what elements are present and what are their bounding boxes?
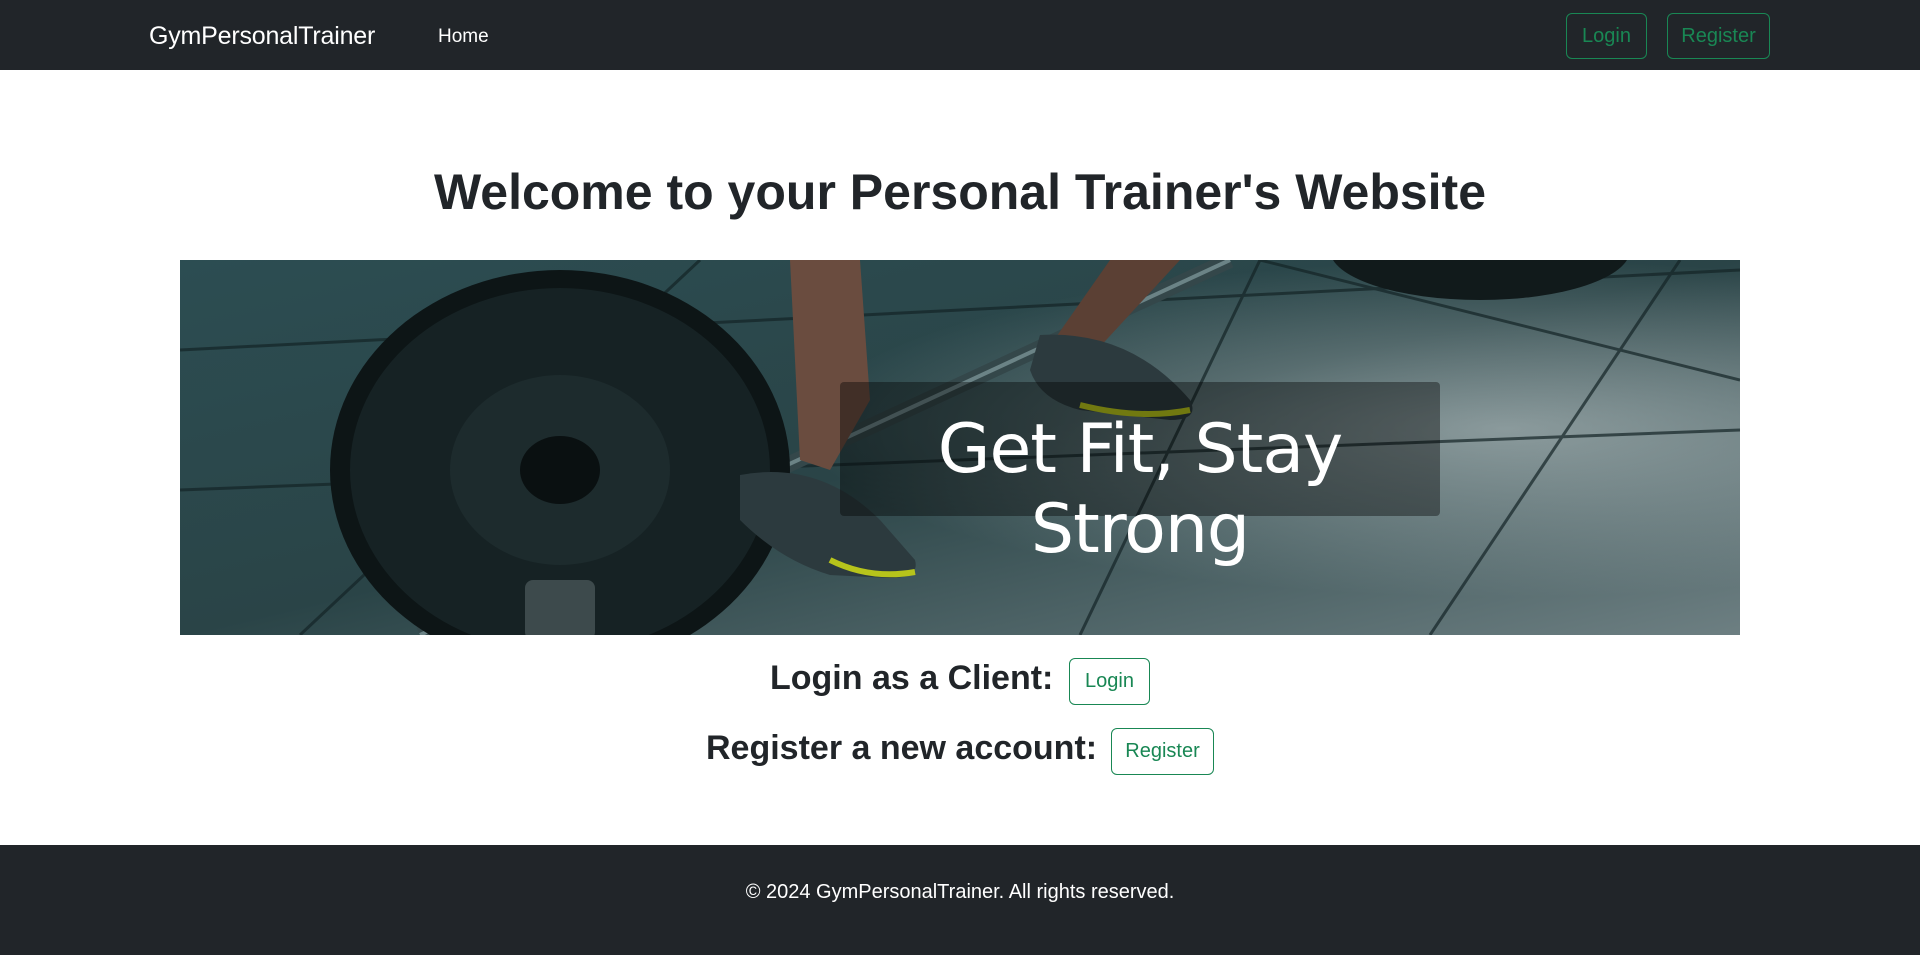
- register-account-label: Register a new account:: [706, 729, 1098, 767]
- top-navbar: GymPersonalTrainer Home Login Register: [0, 0, 1920, 70]
- nav-home-link[interactable]: Home: [438, 24, 489, 49]
- page-title: Welcome to your Personal Trainer's Websi…: [433, 164, 1487, 220]
- nav-login-button[interactable]: Login: [1566, 13, 1647, 59]
- footer-copyright: © 2024 GymPersonalTrainer. All rights re…: [745, 881, 1175, 903]
- nav-register-button[interactable]: Register: [1667, 13, 1770, 59]
- brand-link[interactable]: GymPersonalTrainer: [149, 19, 375, 53]
- client-login-button[interactable]: Login: [1069, 658, 1150, 705]
- client-login-label: Login as a Client:: [770, 659, 1054, 697]
- hero-banner: Get Fit, Stay Strong: [180, 260, 1740, 635]
- hero-caption-box: Get Fit, Stay Strong: [840, 382, 1440, 569]
- register-account-button[interactable]: Register: [1111, 728, 1214, 775]
- hero-caption-text: Get Fit, Stay Strong: [937, 410, 1344, 569]
- page-footer: © 2024 GymPersonalTrainer. All rights re…: [0, 845, 1920, 955]
